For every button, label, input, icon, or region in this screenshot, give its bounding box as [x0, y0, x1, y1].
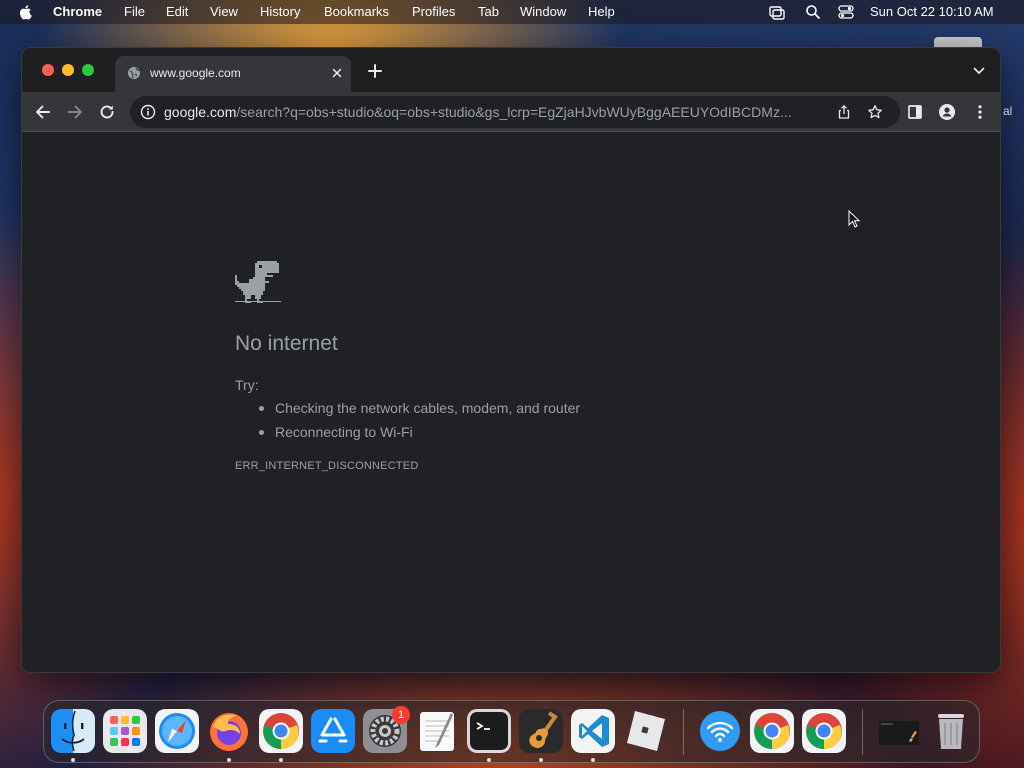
- notification-badge: 1: [392, 706, 410, 724]
- firefox-icon[interactable]: [207, 709, 251, 753]
- menu-bookmarks[interactable]: Bookmarks: [324, 4, 389, 20]
- menu-bar: Chrome File Edit View History Bookmarks …: [0, 0, 1024, 24]
- globe-icon: [128, 67, 140, 79]
- spotlight-search-icon[interactable]: [804, 3, 822, 21]
- tab-active[interactable]: www.google.com: [115, 56, 351, 92]
- menu-edit[interactable]: Edit: [166, 4, 188, 20]
- address-bar[interactable]: google.com/search?q=obs+studio&oq=obs+st…: [130, 96, 900, 128]
- textedit-icon[interactable]: [415, 709, 459, 753]
- try-label: Try:: [235, 377, 259, 393]
- chevron-down-icon[interactable]: [972, 64, 986, 78]
- dock-separator: [862, 709, 863, 755]
- suggestion-item: Checking the network cables, modem, and …: [258, 400, 581, 416]
- profile-avatar-icon[interactable]: [938, 103, 956, 121]
- menu-history[interactable]: History: [260, 4, 300, 20]
- side-panel-icon[interactable]: [906, 103, 924, 121]
- running-indicator: [279, 758, 283, 762]
- url-host: google.com: [164, 104, 237, 120]
- wifi-icon[interactable]: [698, 709, 742, 753]
- garageband-icon[interactable]: [519, 709, 563, 753]
- forward-arrow-icon[interactable]: [66, 103, 84, 121]
- error-code: ERR_INTERNET_DISCONNECTED: [235, 460, 419, 472]
- window-close-button[interactable]: [42, 64, 54, 76]
- suggestion-item: Reconnecting to Wi-Fi: [259, 424, 413, 440]
- desktop-widget-edge: [934, 37, 982, 47]
- launchpad-icon[interactable]: [103, 709, 147, 753]
- bookmark-star-icon[interactable]: [867, 104, 883, 120]
- page-title: No internet: [235, 332, 338, 355]
- menu-app-name[interactable]: Chrome: [53, 4, 102, 20]
- window-zoom-button[interactable]: [82, 64, 94, 76]
- menubar-clock[interactable]: Sun Oct 22 10:10 AM: [870, 4, 994, 19]
- url-text[interactable]: google.com/search?q=obs+studio&oq=obs+st…: [164, 104, 824, 120]
- info-icon[interactable]: [140, 104, 156, 120]
- new-tab-icon[interactable]: [367, 63, 383, 79]
- dock: 1: [43, 700, 980, 763]
- menu-tab[interactable]: Tab: [478, 4, 499, 20]
- window-minimize-button[interactable]: [62, 64, 74, 76]
- reload-icon[interactable]: [98, 103, 116, 121]
- dock-separator: [683, 709, 684, 755]
- running-indicator: [539, 758, 543, 762]
- screen-mirroring-icon[interactable]: [768, 3, 786, 21]
- finder-icon[interactable]: [51, 709, 95, 753]
- menu-view[interactable]: View: [210, 4, 238, 20]
- running-indicator: [591, 758, 595, 762]
- trash-icon[interactable]: [929, 709, 973, 753]
- terminal-icon[interactable]: [467, 709, 511, 753]
- url-path: /search?q=obs+studio&oq=obs+studio&gs_lc…: [236, 104, 792, 120]
- roblox-icon[interactable]: [623, 709, 667, 753]
- running-indicator: [487, 758, 491, 762]
- screenshot-thumbnail-icon[interactable]: [877, 709, 921, 753]
- more-menu-icon[interactable]: [971, 103, 989, 121]
- google-chrome-icon[interactable]: [259, 709, 303, 753]
- close-icon[interactable]: [329, 65, 345, 81]
- control-center-icon[interactable]: [837, 3, 855, 21]
- tab-title: www.google.com: [150, 66, 241, 80]
- google-chrome-icon[interactable]: [802, 709, 846, 753]
- menu-profiles[interactable]: Profiles: [412, 4, 455, 20]
- share-icon[interactable]: [836, 104, 852, 120]
- back-arrow-icon[interactable]: [34, 103, 52, 121]
- running-indicator: [71, 758, 75, 762]
- running-indicator: [227, 758, 231, 762]
- toolbar: google.com/search?q=obs+studio&oq=obs+st…: [22, 92, 1000, 132]
- menu-window[interactable]: Window: [520, 4, 566, 20]
- app-store-icon[interactable]: [311, 709, 355, 753]
- mouse-pointer-icon: [848, 210, 860, 228]
- menu-file[interactable]: File: [124, 4, 145, 20]
- tab-strip: www.google.com: [22, 48, 1000, 92]
- google-chrome-icon[interactable]: [750, 709, 794, 753]
- desktop-edge-text: al: [1003, 104, 1013, 118]
- visual-studio-code-icon[interactable]: [571, 709, 615, 753]
- menu-help[interactable]: Help: [588, 4, 615, 20]
- safari-icon[interactable]: [155, 709, 199, 753]
- chrome-window: www.google.com google.com/search?q=obs+s…: [21, 47, 1001, 673]
- offline-dinosaur-icon[interactable]: [235, 261, 281, 305]
- apple-menu-icon[interactable]: [17, 3, 35, 21]
